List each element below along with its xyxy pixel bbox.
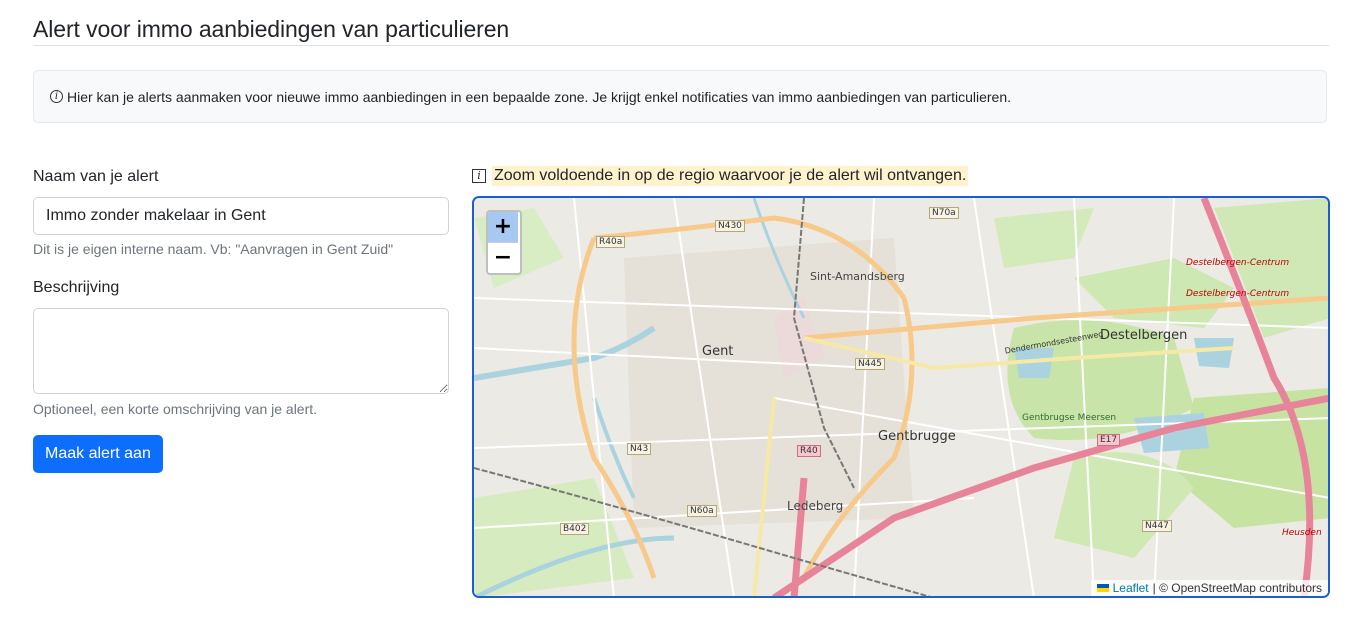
info-text: Hier kan je alerts aanmaken voor nieuwe …	[67, 88, 1012, 105]
name-help-text: Dit is je eigen interne naam. Vb: "Aanvr…	[33, 241, 394, 257]
attribution-text: | © OpenStreetMap contributors	[1152, 581, 1322, 595]
zoom-in-button[interactable]: +	[488, 212, 518, 243]
road-badge-n430: N430	[715, 220, 745, 232]
name-input[interactable]	[33, 197, 449, 235]
page-title: Alert voor immo aanbiedingen van particu…	[33, 16, 510, 42]
road-badge-n445: N445	[855, 358, 885, 370]
map-label-destelbergen: Destelbergen	[1100, 328, 1188, 343]
ukraine-flag-icon	[1096, 584, 1109, 592]
road-badge-r40a: R40a	[596, 236, 626, 248]
info-icon: i	[50, 90, 63, 103]
road-badge-n447: N447	[1142, 520, 1172, 532]
map-hint: i Zoom voldoende in op de regio waarvoor…	[472, 166, 969, 186]
map-label-gentbrugge: Gentbrugge	[878, 429, 956, 444]
info-square-icon: i	[472, 169, 486, 183]
road-badge-r40: R40	[797, 445, 821, 457]
road-badge-e17: E17	[1097, 434, 1121, 446]
map-container[interactable]: Gent Sint-Amandsberg Destelbergen Gentbr…	[472, 196, 1330, 598]
road-badge-b402: B402	[560, 523, 590, 535]
road-badge-n60a: N60a	[687, 505, 717, 517]
description-textarea[interactable]	[33, 308, 449, 394]
leaflet-link[interactable]: Leaflet	[1113, 581, 1149, 595]
map-label-destelbergen-centrum-1: Destelbergen-Centrum	[1186, 258, 1290, 268]
create-alert-button[interactable]: Maak alert aan	[33, 435, 163, 473]
description-help-text: Optioneel, een korte omschrijving van je…	[33, 401, 318, 417]
map-attribution: Leaflet | © OpenStreetMap contributors	[1090, 580, 1328, 596]
map-label-gent: Gent	[702, 344, 734, 359]
road-badge-n70a: N70a	[929, 207, 959, 219]
map-label-destelbergen-centrum-2: Destelbergen-Centrum	[1186, 289, 1290, 299]
map-label-gentbrugse-meersen: Gentbrugse Meersen	[1022, 413, 1117, 423]
map-hint-text: Zoom voldoende in op de regio waarvoor j…	[492, 166, 969, 186]
road-badge-n43: N43	[627, 443, 652, 455]
map-label-sint-amandsberg: Sint-Amandsberg	[810, 270, 905, 283]
zoom-out-button[interactable]: −	[488, 243, 518, 273]
map-label-ledeberg: Ledeberg	[787, 499, 844, 513]
info-alert: i Hier kan je alerts aanmaken voor nieuw…	[33, 70, 1327, 123]
title-divider	[33, 45, 1329, 46]
map-label-heusden: Heusden	[1282, 528, 1322, 538]
zoom-control: + −	[486, 210, 522, 275]
name-label: Naam van je alert	[33, 168, 159, 185]
description-label: Beschrijving	[33, 279, 120, 296]
